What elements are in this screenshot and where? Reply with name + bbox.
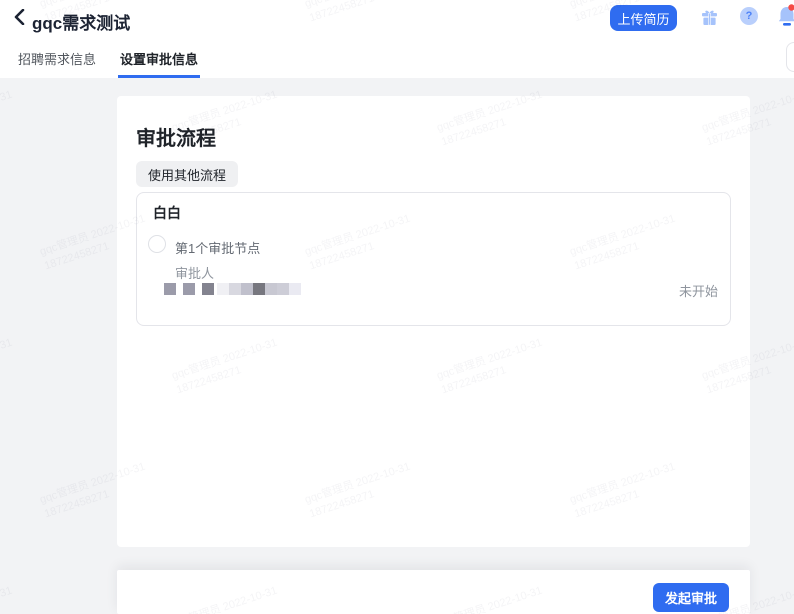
tab-recruitment-demand-info[interactable]: 招聘需求信息 [16,42,98,78]
back-button[interactable] [8,7,30,31]
approval-content-card: 审批流程 使用其他流程 白白 第1个审批节点 审批人 未开始 [117,96,750,547]
question-mark-glyph: ? [745,10,753,22]
redacted-block [202,283,214,295]
edge-floating-widget[interactable] [786,42,794,72]
chevron-left-icon [13,8,25,30]
redacted-block [241,283,253,295]
page-title: gqc需求测试 [32,14,131,33]
approver-redacted-name [164,283,301,295]
help-icon[interactable]: ? [740,7,758,25]
title-row: gqc需求测试 上传简历 ? [0,0,794,42]
tab-set-approval-info[interactable]: 设置审批信息 [118,42,201,78]
upload-resume-button[interactable]: 上传简历 [610,5,677,31]
redacted-block [164,283,176,295]
gift-icon[interactable] [700,8,718,26]
node-status-text: 未开始 [678,284,718,299]
header: gqc需求测试 上传简历 ? 招聘需求信息 设置审批信息 [0,0,794,78]
redacted-block [289,283,301,295]
section-title: 审批流程 [136,128,216,150]
redacted-block [265,283,277,295]
node-title: 第1个审批节点 [175,241,261,256]
bell-notification-icon[interactable] [775,4,794,28]
redacted-block [253,283,265,295]
use-other-flow-button[interactable]: 使用其他流程 [136,161,239,187]
approval-flow-card: 白白 第1个审批节点 审批人 未开始 [136,192,731,326]
redacted-block [229,283,241,295]
redacted-block [277,283,289,295]
main-area: 审批流程 使用其他流程 白白 第1个审批节点 审批人 未开始 发起审批 [0,78,794,614]
flow-name: 白白 [153,205,181,221]
approver-label: 审批人 [175,266,215,281]
bottom-action-bar: 发起审批 [117,570,750,614]
node-status-circle-icon [148,235,166,253]
tab-bar: 招聘需求信息 设置审批信息 [0,42,794,78]
redacted-block [217,283,229,295]
initiate-approval-button[interactable]: 发起审批 [653,583,729,612]
approval-settings-page: { "header": { "back_icon": "chevron-left… [0,0,794,614]
redacted-block [183,283,195,295]
